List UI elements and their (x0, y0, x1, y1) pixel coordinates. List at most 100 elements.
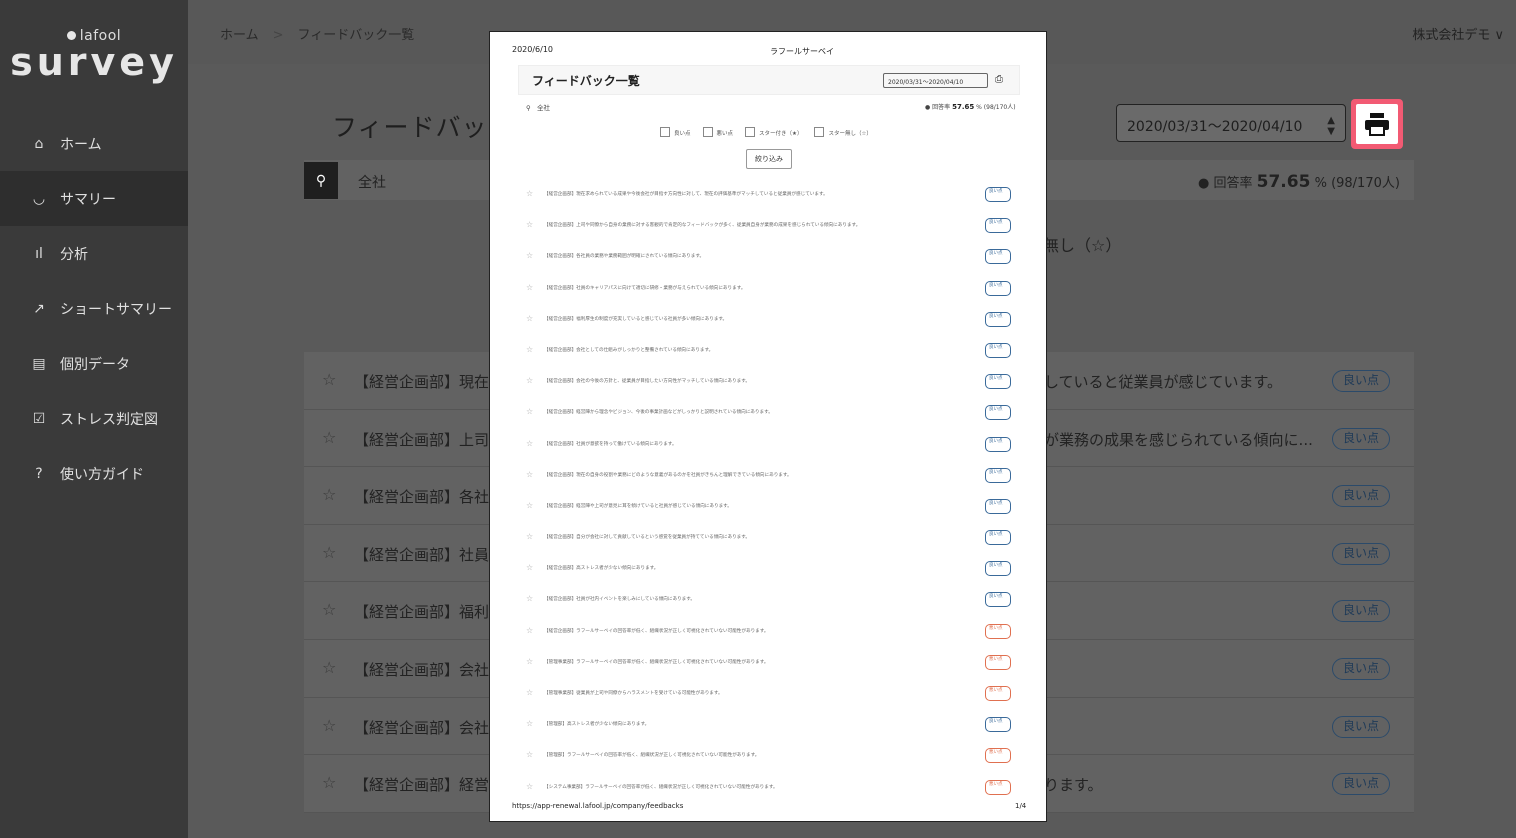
sidebar-item-0[interactable]: ⌂ ホーム (0, 116, 188, 171)
sheet-checkbox: 悪い点 (703, 127, 734, 137)
sidebar-item-5[interactable]: ☑ ストレス判定図 (0, 391, 188, 446)
star-icon[interactable]: ☆ (322, 716, 336, 735)
good-point-tag: 良い点 (1332, 773, 1390, 796)
good-point-tag: 良い点 (985, 249, 1011, 265)
stress-chart-icon: ☑ (32, 410, 46, 427)
sheet-star-icon: ☆ (526, 344, 534, 354)
page-title: フィードバッ (332, 113, 488, 142)
sheet-feedback-row: ☆ 【経営企画部】現在の自身の役割や業務にどのような意義があるのかを社員がきちんと… (518, 461, 1020, 492)
feedback-text: 【経営企画部】各社 (354, 488, 490, 507)
sheet-feedback-text: 【経営企画部】会社の今後の方針と、従業員が目指したい方向性がマッチしている傾向に… (544, 379, 750, 385)
good-point-tag: 良い点 (985, 280, 1011, 296)
guide-icon: ? (35, 465, 43, 482)
search-button[interactable]: ⚲ (304, 162, 338, 199)
feedback-text-tail: が業務の成果を感じられている傾向に... (1044, 430, 1313, 449)
good-point-tag: 良い点 (985, 467, 1011, 483)
filter-star-none[interactable]: 無し（☆） (1043, 232, 1121, 256)
sheet-feedback-row: ☆ 【システム事業部】ラフールサーベイの回答率が低く、組織状況が正しく可視化されて… (518, 773, 1020, 804)
sidebar-item-3[interactable]: ↗ ショートサマリー (0, 281, 188, 336)
feedback-text-tail: していると従業員が感じています。 (1044, 373, 1283, 391)
answer-rate-label: 回答率 (1213, 176, 1253, 191)
star-icon[interactable]: ☆ (322, 370, 336, 389)
good-point-tag: 良い点 (1332, 600, 1390, 623)
sheet-feedback-text: 【管理事業部】従業員が上司や同僚からハラスメントを受けている可能性があります。 (544, 691, 723, 696)
sheet-app-title: ラフールサーベイ (770, 47, 834, 56)
sheet-feedback-row: ☆ 【管理事業部】従業員が上司や同僚からハラスメントを受けている可能性があります。… (518, 679, 1020, 710)
breadcrumb: ホーム > フィードバック一覧 (220, 24, 414, 43)
star-icon[interactable]: ☆ (322, 773, 336, 792)
answer-rate-dot-icon: ● (1198, 176, 1210, 191)
sheet-rate-label: 回答率 (932, 104, 951, 111)
feedback-text: 【経営企画部】福利 (354, 603, 490, 622)
sidebar-item-2[interactable]: ıl 分析 (0, 226, 188, 281)
sheet-feedback-row: ☆ 【経営企画部】自分が会社に対して貢献しているという感覚を従業員が持てている傾向… (518, 523, 1020, 554)
sheet-feedback-text: 【経営企画部】現在の自身の役割や業務にどのような意義があるのかを社員がきちんと理… (544, 472, 792, 478)
sidebar-item-label: ホーム (60, 136, 102, 153)
feedback-text: 【経営企画部】経営 (354, 776, 490, 795)
breadcrumb-current: フィードバック一覧 (297, 28, 415, 43)
sheet-star-icon: ☆ (526, 407, 534, 417)
search-icon: ⚲ (315, 172, 327, 189)
sheet-feedback-text: 【経営企画部】福利厚生の制度が充実していると感じている社員が多い傾向にあります。 (544, 316, 728, 322)
sheet-feedback-row: ☆ 【経営企画部】各社員の業務や業務範囲が明確にされている傾向にあります。 良い点 (518, 242, 1020, 273)
sheet-feedback-text: 【管理部】高ストレス者が少ない傾向にあります。 (544, 722, 650, 728)
sheet-star-icon: ☆ (526, 220, 534, 230)
sheet-printer-icon: ⎙ (995, 74, 1003, 85)
sidebar-item-label: 使い方ガイド (60, 466, 144, 483)
sheet-star-icon: ☆ (526, 189, 534, 198)
star-icon[interactable]: ☆ (322, 658, 336, 677)
date-range-select[interactable]: 2020/03/31～2020/04/10 ▲ ▼ (1116, 104, 1346, 142)
star-icon[interactable]: ☆ (322, 543, 336, 562)
sidebar-item-1[interactable]: ◡ サマリー (0, 171, 188, 226)
sheet-feedback-text: 【経営企画部】上司や同僚から自身の業務に対する客観的で肯定的なフィードバックが多… (544, 223, 861, 229)
brand-name: survey (10, 40, 178, 84)
print-button[interactable] (1351, 99, 1403, 149)
company-menu[interactable]: 株式会社デモ ∨ (1412, 24, 1504, 43)
sheet-feedback-row: ☆ 【経営企画部】社員のキャリアパスに向けて適切に研修・業務が与えられている傾向に… (518, 274, 1020, 305)
summary-icon: ◡ (32, 190, 46, 207)
search-input[interactable]: 全社 (358, 172, 386, 192)
sheet-feedback-row: ☆ 【経営企画部】上司や同僚から自身の業務に対する客観的で肯定的なフィードバックが… (518, 211, 1020, 242)
breadcrumb-home[interactable]: ホーム (220, 28, 259, 43)
sheet-checkbox: スター付き（★） (745, 127, 802, 137)
sheet-feedback-text: 【経営企画部】社員のキャリアパスに向けて適切に研修・業務が与えられている傾向にあ… (544, 285, 746, 291)
sheet-star-icon: ☆ (526, 563, 534, 573)
sheet-star-icon: ☆ (526, 500, 534, 510)
sheet-star-icon: ☆ (526, 719, 534, 729)
sheet-star-icon: ☆ (526, 251, 534, 261)
sheet-rate-value: 57.65 (952, 103, 975, 111)
good-point-tag: 良い点 (985, 311, 1011, 327)
sheet-star-icon: ☆ (526, 438, 534, 448)
sidebar-item-6[interactable]: ? 使い方ガイド (0, 446, 188, 501)
star-icon[interactable]: ☆ (322, 485, 336, 504)
sheet-search: ⚲ 全社 (526, 102, 550, 112)
sidebar: lafool survey ⌂ ホーム ◡ サマリー ıl 分析 ↗ ショートサマリー ▤ 個別デ… (0, 0, 188, 838)
sheet-answer-rate: ● 回答率 57.65 % (98/170人) (925, 103, 1016, 111)
sheet-feedback-text: 【経営企画部】社員が社内イベントを楽しみにしている傾向にあります。 (544, 597, 695, 603)
sheet-feedback-text: 【経営企画部】経営陣や上司が意見に耳を傾けていると社員が感じている傾向にあります… (544, 503, 732, 509)
sheet-feedback-row: ☆ 【経営企画部】高ストレス者が少ない傾向にあります。 良い点 (518, 554, 1020, 585)
home-icon: ⌂ (34, 135, 44, 152)
good-point-tag: 良い点 (985, 530, 1011, 546)
sidebar-item-label: 分析 (60, 246, 88, 263)
logo-dot-icon (66, 31, 76, 40)
sheet-heading: フィードバック一覧 (532, 74, 640, 88)
good-point-tag: 良い点 (985, 436, 1011, 452)
star-icon[interactable]: ☆ (322, 428, 336, 447)
good-point-tag: 良い点 (985, 717, 1011, 733)
good-point-tag: 良い点 (1332, 657, 1390, 680)
sheet-feedback-list: ☆ 【経営企画部】現在求められている成果や今後会社が目指す方向性に対して、現在の評… (518, 180, 1020, 804)
sidebar-item-4[interactable]: ▤ 個別データ (0, 336, 188, 391)
sheet-date-range: 2020/03/31～2020/04/10 (883, 73, 988, 88)
sheet-feedback-text: 【経営企画部】自分が会社に対して貢献しているという感覚を従業員が持てている傾向に… (544, 535, 750, 541)
brand-logo[interactable]: lafool survey (0, 28, 188, 82)
sheet-date: 2020/6/10 (512, 45, 554, 54)
star-icon[interactable]: ☆ (322, 600, 336, 619)
sheet-feedback-row: ☆ 【経営企画部】経営陣から理念やビジョン、今後の事業計画などがしっかりと説明され… (518, 398, 1020, 429)
sheet-feedback-text: 【経営企画部】高ストレス者が少ない傾向にあります。 (544, 566, 659, 572)
good-point-tag: 良い点 (985, 374, 1011, 390)
sheet-star-icon: ☆ (526, 656, 534, 666)
date-range-value: 2020/03/31～2020/04/10 (1127, 119, 1303, 135)
bad-point-tag: 悪い点 (985, 686, 1011, 701)
good-point-tag: 良い点 (985, 561, 1011, 577)
